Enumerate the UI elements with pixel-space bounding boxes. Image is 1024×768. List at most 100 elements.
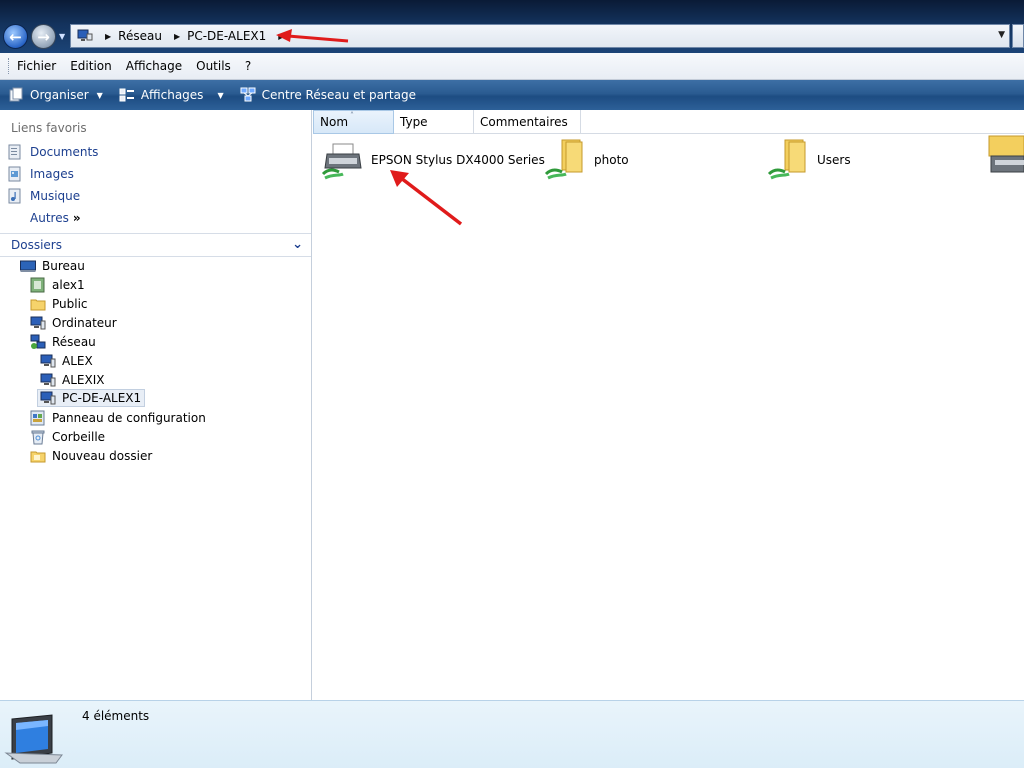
tree-item-reseau[interactable]: Réseau xyxy=(30,333,96,351)
folders-title: Dossiers xyxy=(11,238,62,252)
network-center-icon xyxy=(240,87,256,102)
menu-outils[interactable]: Outils xyxy=(196,59,231,73)
documents-icon xyxy=(8,144,21,160)
tree-item-panneau-de-configuration[interactable]: Panneau de configuration xyxy=(30,409,206,427)
column-header-nom[interactable]: ˄ Nom xyxy=(313,110,394,134)
column-header-label: Commentaires xyxy=(480,115,568,129)
folder-icon xyxy=(30,451,46,463)
desktop-icon xyxy=(20,260,36,272)
tree-item-label: Public xyxy=(52,297,88,311)
network-root-icon[interactable] xyxy=(77,29,93,43)
double-chevron-icon: » xyxy=(72,211,81,225)
tree-item-label: ALEX xyxy=(62,354,93,368)
address-bar[interactable]: ▶ Réseau ▶ PC-DE-ALEX1 ▶ ▼ xyxy=(70,24,1010,48)
tree-item-label: Corbeille xyxy=(52,430,106,444)
title-bar: ← → ▼ ▶ Réseau ▶ PC-DE-ALEX1 ▶ ▼ xyxy=(0,0,1024,53)
favorites-more-label: Autres xyxy=(30,211,69,225)
tree-item-ordinateur[interactable]: Ordinateur xyxy=(30,314,117,332)
menu-edition[interactable]: Edition xyxy=(70,59,112,73)
views-button[interactable]: Affichages ▼ xyxy=(119,87,224,103)
tree-item-public[interactable]: Public xyxy=(30,295,88,313)
tree-item-label: ALEXIX xyxy=(62,373,105,387)
menu-affichage[interactable]: Affichage xyxy=(126,59,182,73)
organize-button[interactable]: Organiser ▼ xyxy=(8,87,103,103)
network-center-label: Centre Réseau et partage xyxy=(261,88,416,102)
item-label: Users xyxy=(817,153,851,167)
tree-item-pc-de-alex1[interactable]: PC-DE-ALEX1 xyxy=(37,389,146,407)
details-pane: 4 éléments xyxy=(0,700,1024,768)
item-epson-printer[interactable]: EPSON Stylus DX4000 Series xyxy=(319,136,545,184)
organize-dropdown-icon: ▼ xyxy=(96,90,103,100)
column-header-label: Type xyxy=(400,115,428,129)
tree-item-label: Ordinateur xyxy=(52,316,117,330)
tree-item-label: Panneau de configuration xyxy=(52,411,206,425)
menu-help[interactable]: ? xyxy=(245,59,251,73)
tree-item-label: Réseau xyxy=(52,335,96,349)
tree-item-label: Bureau xyxy=(42,259,85,273)
tree-item-label: Nouveau dossier xyxy=(52,449,153,463)
column-header-row: ˄ Nom Type Commentaires xyxy=(313,110,1024,134)
folders-header[interactable]: Dossiers ⌄ xyxy=(0,233,311,257)
item-users-share[interactable]: Users xyxy=(765,136,851,184)
navigation-pane: Liens favoris Documents Images Musique A… xyxy=(0,110,312,700)
favorites-more-link[interactable]: Autres» xyxy=(30,211,81,225)
menu-grip xyxy=(8,58,11,74)
network-center-button[interactable]: Centre Réseau et partage xyxy=(240,87,416,103)
recycle-bin-icon xyxy=(31,430,45,445)
favorites-title: Liens favoris xyxy=(11,121,87,135)
menu-fichier[interactable]: Fichier xyxy=(17,59,56,73)
control-panel-icon xyxy=(30,410,45,426)
item-partial-printers[interactable] xyxy=(985,132,1024,180)
breadcrumb-separator-icon[interactable]: ▶ xyxy=(174,32,180,41)
printer-icon xyxy=(321,143,362,180)
favorite-documents[interactable]: Documents xyxy=(8,144,98,160)
back-button[interactable]: ← xyxy=(3,24,28,49)
shared-folder-icon xyxy=(544,139,583,180)
shared-folder-icon xyxy=(767,139,806,180)
images-icon xyxy=(8,166,21,182)
tree-item-alex[interactable]: ALEX xyxy=(40,352,93,370)
network-computer-icon xyxy=(40,373,56,387)
column-header-commentaires[interactable]: Commentaires xyxy=(474,110,581,134)
tree-item-bureau[interactable]: Bureau xyxy=(20,257,85,275)
tree-item-alexix[interactable]: ALEXIX xyxy=(40,371,104,389)
user-folder-icon xyxy=(30,277,45,293)
favorite-documents-label: Documents xyxy=(30,145,99,159)
content-pane: ˄ Nom Type Commentaires EPSON Stylus DX4… xyxy=(313,110,1024,700)
tree-item-label: alex1 xyxy=(52,278,85,292)
item-label: EPSON Stylus DX4000 Series xyxy=(371,153,545,167)
breadcrumb-separator-icon[interactable]: ▶ xyxy=(105,32,111,41)
music-icon xyxy=(8,188,21,204)
item-count: 4 éléments xyxy=(82,709,150,723)
recent-pages-dropdown-icon[interactable]: ▼ xyxy=(59,32,65,41)
forward-arrow-icon: → xyxy=(37,27,50,46)
folder-icon xyxy=(30,299,46,311)
forward-button[interactable]: → xyxy=(31,24,56,49)
computer-icon xyxy=(30,316,46,330)
views-dropdown-icon[interactable]: ▼ xyxy=(217,91,223,100)
address-history-dropdown-icon[interactable]: ▼ xyxy=(998,30,1005,40)
tree-item-nouveau-dossier[interactable]: Nouveau dossier xyxy=(30,447,152,465)
menu-bar: Fichier Edition Affichage Outils ? xyxy=(0,53,1024,80)
breadcrumb-pc-de-alex1[interactable]: PC-DE-ALEX1 xyxy=(187,29,266,43)
tree-item-alex1[interactable]: alex1 xyxy=(30,276,85,294)
favorite-images-label: Images xyxy=(30,167,74,181)
command-bar: Organiser ▼ Affichages ▼ Centre Réseau e… xyxy=(0,80,1024,110)
column-header-type[interactable]: Type xyxy=(394,110,474,134)
item-photo-share[interactable]: photo xyxy=(542,136,629,184)
refresh-button[interactable] xyxy=(1012,24,1024,48)
favorite-musique[interactable]: Musique xyxy=(8,188,80,204)
sort-ascending-icon: ˄ xyxy=(350,111,354,120)
favorite-images[interactable]: Images xyxy=(8,166,74,182)
item-label: photo xyxy=(594,153,629,167)
breadcrumb-reseau[interactable]: Réseau xyxy=(118,29,162,43)
tree-item-corbeille[interactable]: Corbeille xyxy=(30,428,105,446)
computer-icon xyxy=(4,714,63,764)
organize-icon xyxy=(9,87,23,102)
network-icon xyxy=(30,334,46,349)
network-computer-icon xyxy=(40,391,56,405)
breadcrumb-separator-icon[interactable]: ▶ xyxy=(278,32,284,41)
network-computer-icon xyxy=(40,354,56,368)
chevron-down-icon[interactable]: ⌄ xyxy=(292,237,303,252)
favorite-musique-label: Musique xyxy=(30,189,81,203)
